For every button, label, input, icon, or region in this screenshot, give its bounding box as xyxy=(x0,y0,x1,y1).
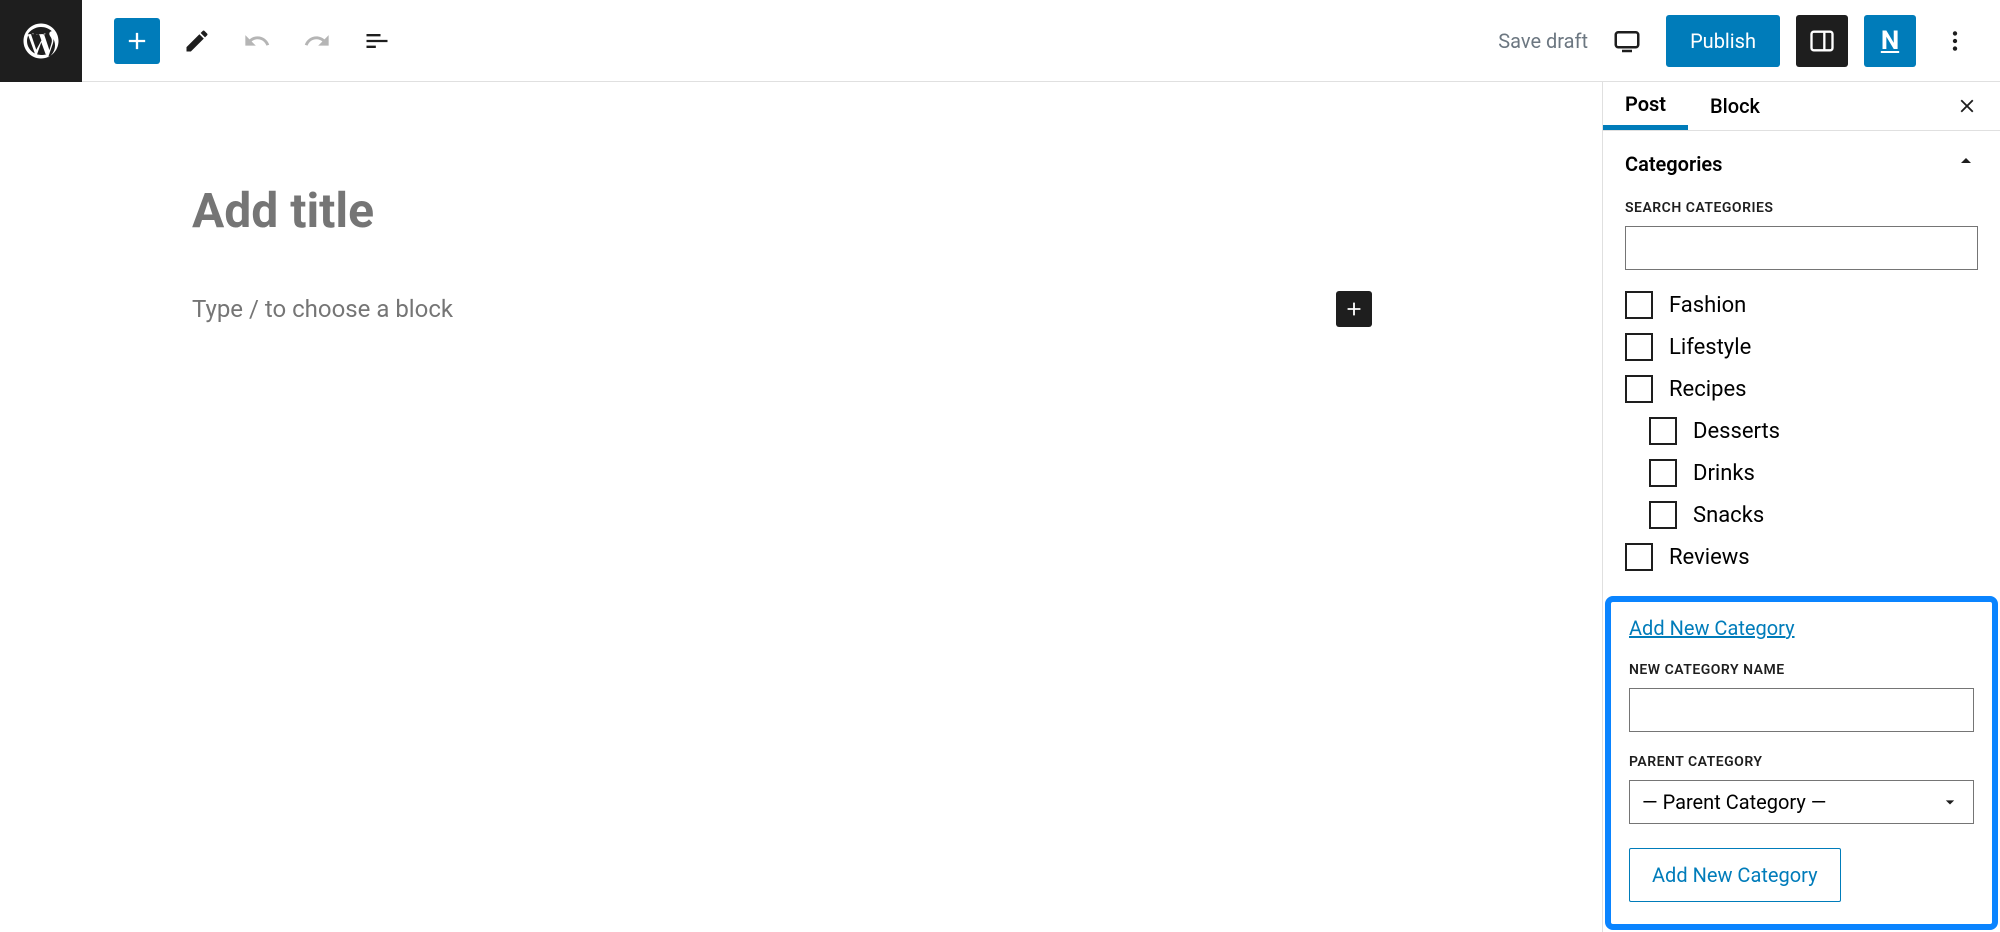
add-new-category-link[interactable]: Add New Category xyxy=(1629,616,1795,640)
tab-block[interactable]: Block xyxy=(1688,82,1782,130)
category-label: Snacks xyxy=(1693,503,1764,528)
add-category-region: Add New Category NEW CATEGORY NAME PAREN… xyxy=(1605,596,1998,930)
categories-header[interactable]: Categories xyxy=(1625,149,1978,178)
save-draft-button[interactable]: Save draft xyxy=(1498,29,1588,53)
parent-category-label: PARENT CATEGORY xyxy=(1629,754,1974,770)
category-item[interactable]: Recipes xyxy=(1625,368,1978,410)
tab-post[interactable]: Post xyxy=(1603,82,1688,130)
checkbox[interactable] xyxy=(1649,459,1677,487)
document-outline-icon[interactable] xyxy=(354,18,400,64)
post-title-input[interactable] xyxy=(192,182,1092,239)
categories-panel: Categories SEARCH CATEGORIES Fashion Lif… xyxy=(1603,131,2000,596)
publish-button[interactable]: Publish xyxy=(1666,15,1780,67)
main-area: Type / to choose a block Post Block Cate… xyxy=(0,82,2000,932)
new-category-name-input[interactable] xyxy=(1629,688,1974,732)
category-item[interactable]: Desserts xyxy=(1625,410,1978,452)
body-placeholder-text: Type / to choose a block xyxy=(192,295,1336,323)
category-label: Desserts xyxy=(1693,419,1780,444)
category-label: Drinks xyxy=(1693,461,1755,486)
inline-add-block-button[interactable] xyxy=(1336,291,1372,327)
post-body-area[interactable]: Type / to choose a block xyxy=(192,291,1372,327)
edit-tool-icon[interactable] xyxy=(174,18,220,64)
category-item[interactable]: Lifestyle xyxy=(1625,326,1978,368)
checkbox[interactable] xyxy=(1625,333,1653,361)
settings-sidebar: Post Block Categories SEARCH CATEGORIES … xyxy=(1602,82,2000,932)
search-categories-label: SEARCH CATEGORIES xyxy=(1625,200,1978,216)
category-item[interactable]: Fashion xyxy=(1625,284,1978,326)
new-category-name-label: NEW CATEGORY NAME xyxy=(1629,662,1974,678)
category-label: Lifestyle xyxy=(1669,335,1751,360)
category-label: Reviews xyxy=(1669,545,1750,570)
close-sidebar-icon[interactable] xyxy=(1944,83,1990,129)
sidebar-tabs: Post Block xyxy=(1603,82,2000,131)
category-list: Fashion Lifestyle Recipes Desserts Drink… xyxy=(1625,284,1978,578)
plugin-button[interactable]: N xyxy=(1864,15,1916,67)
category-label: Fashion xyxy=(1669,293,1746,318)
undo-icon[interactable] xyxy=(234,18,280,64)
category-item[interactable]: Reviews xyxy=(1625,536,1978,578)
toolbar-right-group: Save draft Publish N xyxy=(1498,15,2000,67)
checkbox[interactable] xyxy=(1625,543,1653,571)
add-block-button[interactable] xyxy=(114,18,160,64)
category-label: Recipes xyxy=(1669,377,1746,402)
checkbox[interactable] xyxy=(1625,291,1653,319)
settings-sidebar-toggle[interactable] xyxy=(1796,15,1848,67)
add-new-category-button[interactable]: Add New Category xyxy=(1629,848,1841,902)
checkbox[interactable] xyxy=(1625,375,1653,403)
checkbox[interactable] xyxy=(1649,417,1677,445)
wordpress-logo[interactable] xyxy=(0,0,82,82)
categories-heading-text: Categories xyxy=(1625,152,1722,176)
preview-icon[interactable] xyxy=(1604,18,1650,64)
chevron-up-icon xyxy=(1954,149,1978,178)
category-item[interactable]: Snacks xyxy=(1625,494,1978,536)
category-item[interactable]: Drinks xyxy=(1625,452,1978,494)
more-options-icon[interactable] xyxy=(1932,18,1978,64)
parent-category-select[interactable]: — Parent Category — xyxy=(1629,780,1974,824)
redo-icon[interactable] xyxy=(294,18,340,64)
checkbox[interactable] xyxy=(1649,501,1677,529)
toolbar-left-group xyxy=(82,18,400,64)
editor-canvas: Type / to choose a block xyxy=(0,82,1602,932)
search-categories-input[interactable] xyxy=(1625,226,1978,270)
top-toolbar: Save draft Publish N xyxy=(0,0,2000,82)
